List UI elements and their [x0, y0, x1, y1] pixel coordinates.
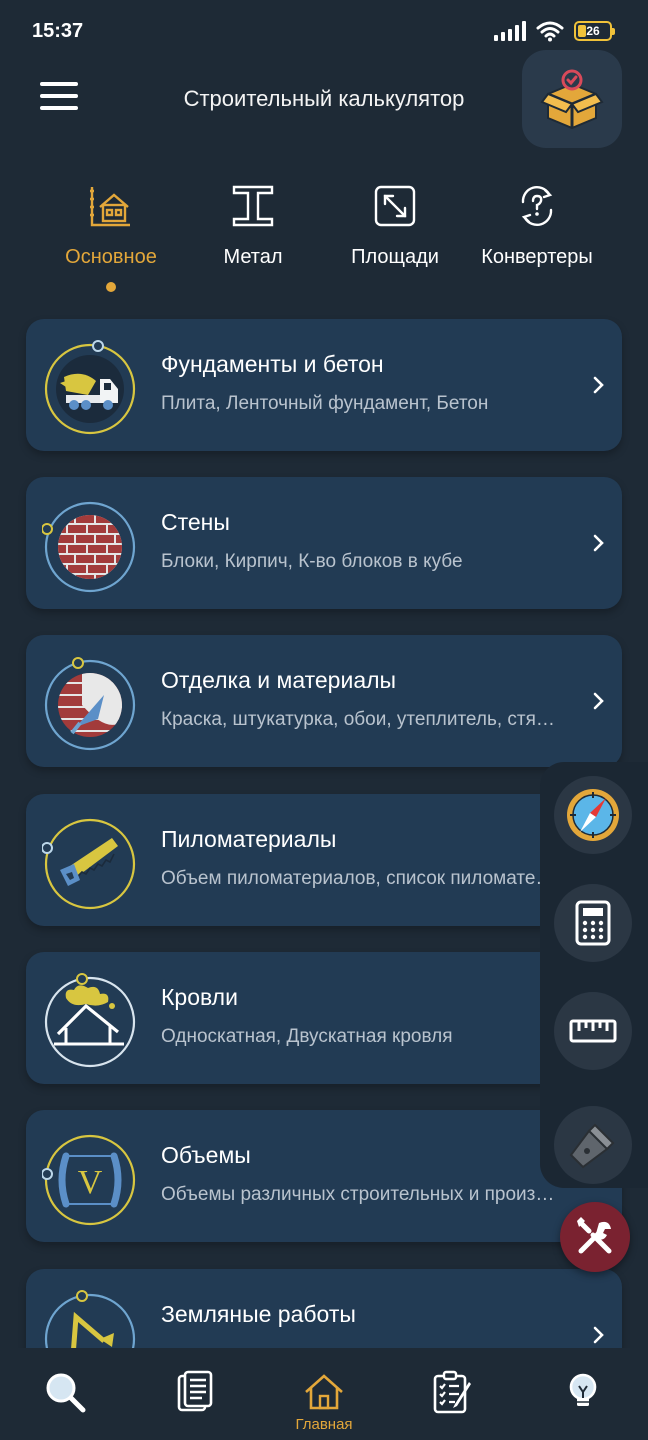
wifi-icon [536, 21, 564, 42]
checklist-icon [433, 1370, 471, 1414]
tab-converters[interactable]: Конвертеры [467, 178, 607, 269]
category-card-volumes[interactable]: V Объемы Объемы различных строительных и… [26, 1110, 622, 1242]
card-subtitle: Объемы различных строительных и произ… [161, 1184, 555, 1205]
document-icon [177, 1370, 213, 1412]
house-plan-icon [90, 187, 130, 227]
flashlight-button[interactable] [554, 1106, 632, 1184]
card-subtitle: Односкатная, Двускатная кровля [161, 1026, 453, 1047]
compass-button[interactable] [554, 776, 632, 854]
trowel-icon [44, 657, 136, 751]
chevron-right-icon [593, 692, 604, 710]
box-button[interactable] [522, 50, 622, 148]
tab-main[interactable]: Основное [41, 178, 181, 269]
battery-level: 26 [586, 24, 600, 38]
tab-metal[interactable]: Метал [183, 178, 323, 269]
status-icons: 26 [494, 20, 615, 42]
tab-areas[interactable]: Площади [325, 178, 465, 269]
card-title: Стены [161, 509, 230, 535]
nav-label: Главная [295, 1416, 353, 1433]
nav-home[interactable]: Главная [269, 1348, 379, 1440]
search-icon [46, 1373, 86, 1413]
card-title: Кровли [161, 984, 238, 1010]
status-time: 15:37 [32, 20, 84, 42]
chevron-right-icon [593, 376, 604, 394]
card-subtitle: Плита, Ленточный фундамент, Бетон [161, 393, 489, 414]
category-card-roofs[interactable]: Кровли Односкатная, Двускатная кровля [26, 952, 622, 1084]
home-icon [305, 1374, 343, 1410]
category-card-walls[interactable]: Стены Блоки, Кирпич, К-во блоков в кубе [26, 477, 622, 609]
expand-arrows-icon [374, 185, 416, 227]
category-card-foundations[interactable]: Фундаменты и бетон Плита, Ленточный фунд… [26, 319, 622, 451]
calculator-icon [575, 900, 611, 946]
lightbulb-icon [569, 1373, 597, 1406]
nav-search[interactable] [10, 1348, 120, 1440]
signal-icon [494, 21, 526, 41]
tab-label: Основное [65, 246, 157, 268]
category-tabs: Основное Метал Площади Конвертеры [0, 178, 648, 298]
tools-button[interactable] [560, 1202, 630, 1272]
saw-icon [42, 818, 136, 910]
active-tab-indicator [106, 282, 116, 292]
battery-icon: 26 [574, 21, 615, 41]
nav-documents[interactable] [140, 1348, 250, 1440]
card-title: Земляные работы [161, 1301, 356, 1327]
i-beam-icon [232, 185, 274, 227]
volume-v-icon: V [42, 1134, 136, 1226]
card-subtitle: Краска, штукатурка, обои, утеплитель, ст… [161, 709, 555, 730]
card-title: Объемы [161, 1142, 251, 1168]
calculator-button[interactable] [554, 884, 632, 962]
convert-question-icon [521, 186, 553, 226]
compass-icon [567, 789, 619, 841]
chevron-right-icon [593, 534, 604, 552]
ruler-button[interactable] [554, 992, 632, 1070]
brick-wall-icon [42, 501, 136, 593]
chevron-right-icon [593, 1326, 604, 1344]
svg-text:V: V [78, 1164, 103, 1201]
ruler-icon [569, 1019, 617, 1043]
concrete-mixer-icon [44, 340, 136, 435]
flashlight-icon [569, 1123, 615, 1169]
tab-label: Метал [223, 246, 283, 268]
tab-label: Конвертеры [481, 246, 593, 268]
card-subtitle: Объем пиломатериалов, список пиломате… [161, 868, 555, 889]
nav-tips[interactable] [528, 1348, 638, 1440]
card-title: Фундаменты и бетон [161, 351, 384, 377]
tools-icon [577, 1217, 612, 1254]
category-card-finishing[interactable]: Отделка и материалы Краска, штукатурка, … [26, 635, 622, 767]
card-title: Пиломатериалы [161, 826, 337, 852]
card-title: Отделка и материалы [161, 667, 397, 693]
bottom-navigation: Главная [0, 1348, 648, 1440]
roof-icon [44, 973, 136, 1068]
card-subtitle: Блоки, Кирпич, К-во блоков в кубе [161, 551, 463, 572]
category-card-lumber[interactable]: Пиломатериалы Объем пиломатериалов, спис… [26, 794, 622, 926]
box-check-icon [540, 69, 604, 130]
nav-checklist[interactable] [398, 1348, 508, 1440]
tab-label: Площади [351, 246, 439, 268]
